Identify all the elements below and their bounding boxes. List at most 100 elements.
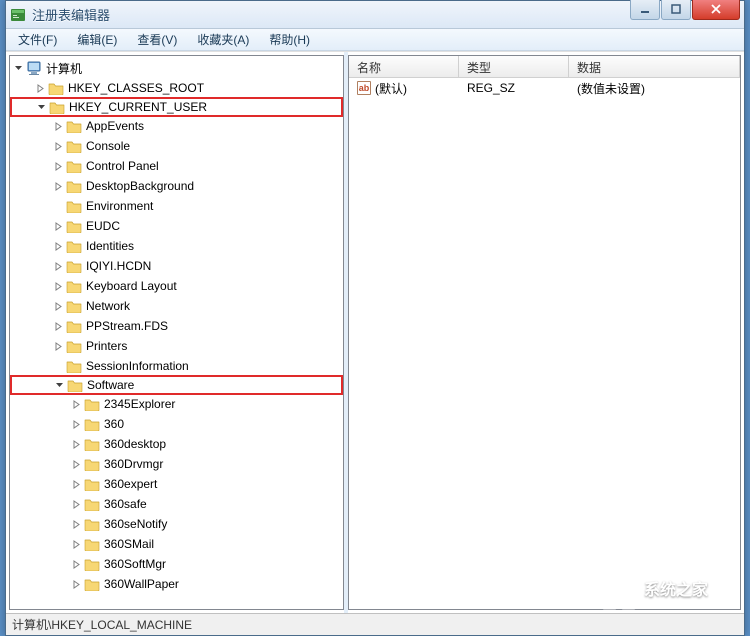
tree-label: DesktopBackground xyxy=(86,179,194,193)
tree-item[interactable]: Network xyxy=(10,296,343,316)
tree-label: Console xyxy=(86,139,130,153)
expand-icon[interactable] xyxy=(52,280,64,292)
app-icon xyxy=(10,7,26,23)
string-value-icon: ab xyxy=(357,81,371,95)
expand-icon[interactable] xyxy=(52,180,64,192)
tree-label: 360desktop xyxy=(104,437,166,451)
tree-label: Environment xyxy=(86,199,153,213)
tree-label: 360 xyxy=(104,417,124,431)
tree-label: Identities xyxy=(86,239,134,253)
expand-icon[interactable] xyxy=(52,340,64,352)
collapse-icon[interactable] xyxy=(12,62,24,74)
tree-item[interactable]: 2345Explorer xyxy=(10,394,343,414)
registry-editor-window: 注册表编辑器 文件(F) 编辑(E) 查看(V) 收藏夹(A) 帮助(H) 计算… xyxy=(5,0,745,636)
value-data: (数值未设置) xyxy=(569,78,740,99)
close-button[interactable] xyxy=(692,0,740,20)
tree-item[interactable]: Identities xyxy=(10,236,343,256)
tree-label: EUDC xyxy=(86,219,120,233)
tree-item[interactable]: 360SMail xyxy=(10,534,343,554)
menu-view[interactable]: 查看(V) xyxy=(129,29,185,50)
expand-icon[interactable] xyxy=(52,120,64,132)
expand-icon[interactable] xyxy=(52,300,64,312)
menu-edit[interactable]: 编辑(E) xyxy=(69,29,125,50)
value-type: REG_SZ xyxy=(459,79,569,97)
tree-item[interactable]: DesktopBackground xyxy=(10,176,343,196)
tree-item[interactable]: PPStream.FDS xyxy=(10,316,343,336)
tree-label: Control Panel xyxy=(86,159,159,173)
statusbar: 计算机\HKEY_LOCAL_MACHINE xyxy=(6,613,744,635)
col-name[interactable]: 名称 xyxy=(349,56,459,77)
list-header: 名称 类型 数据 xyxy=(349,56,740,78)
tree-label: 360WallPaper xyxy=(104,577,179,591)
tree-item[interactable]: 360seNotify xyxy=(10,514,343,534)
col-type[interactable]: 类型 xyxy=(459,56,569,77)
expand-icon[interactable] xyxy=(70,538,82,550)
tree-item[interactable]: 360SoftMgr xyxy=(10,554,343,574)
expand-icon[interactable] xyxy=(52,140,64,152)
tree-item[interactable]: 360expert xyxy=(10,474,343,494)
expand-icon[interactable] xyxy=(52,320,64,332)
tree-label: 360expert xyxy=(104,477,157,491)
menu-file[interactable]: 文件(F) xyxy=(10,29,65,50)
tree-item[interactable]: 360safe xyxy=(10,494,343,514)
status-path: 计算机\HKEY_LOCAL_MACHINE xyxy=(12,616,192,633)
list-body[interactable]: ab (默认) REG_SZ(数值未设置) xyxy=(349,78,740,609)
value-name: (默认) xyxy=(375,80,407,97)
expand-icon[interactable] xyxy=(52,160,64,172)
expand-icon[interactable] xyxy=(70,398,82,410)
tree-root[interactable]: 计算机 xyxy=(10,58,343,78)
expand-icon[interactable] xyxy=(70,558,82,570)
menubar: 文件(F) 编辑(E) 查看(V) 收藏夹(A) 帮助(H) xyxy=(6,29,744,51)
expand-icon[interactable] xyxy=(70,478,82,490)
expand-icon[interactable] xyxy=(70,578,82,590)
tree-item[interactable]: 360Drvmgr xyxy=(10,454,343,474)
tree-label: HKEY_CURRENT_USER xyxy=(69,100,207,114)
tree-item[interactable]: Keyboard Layout xyxy=(10,276,343,296)
maximize-button[interactable] xyxy=(661,0,691,20)
window-controls xyxy=(630,0,740,20)
col-data[interactable]: 数据 xyxy=(569,56,740,77)
tree-label: Printers xyxy=(86,339,127,353)
expand-icon[interactable] xyxy=(52,240,64,252)
minimize-button[interactable] xyxy=(630,0,660,20)
tree-item[interactable]: 360 xyxy=(10,414,343,434)
tree-item[interactable]: SessionInformation xyxy=(10,356,343,376)
list-row[interactable]: ab (默认) REG_SZ(数值未设置) xyxy=(349,78,740,98)
expand-icon[interactable] xyxy=(70,498,82,510)
expand-icon[interactable] xyxy=(70,518,82,530)
menu-favorites[interactable]: 收藏夹(A) xyxy=(189,29,257,50)
expand-icon[interactable] xyxy=(34,82,46,94)
tree-label: SessionInformation xyxy=(86,359,189,373)
tree-item[interactable]: Control Panel xyxy=(10,156,343,176)
titlebar[interactable]: 注册表编辑器 xyxy=(6,1,744,29)
tree-item[interactable]: AppEvents xyxy=(10,116,343,136)
collapse-icon[interactable] xyxy=(53,379,65,391)
tree-label: HKEY_CLASSES_ROOT xyxy=(68,81,204,95)
menu-help[interactable]: 帮助(H) xyxy=(261,29,318,50)
tree-item[interactable]: Console xyxy=(10,136,343,156)
tree-item[interactable]: EUDC xyxy=(10,216,343,236)
list-pane: 名称 类型 数据 ab (默认) REG_SZ(数值未设置) xyxy=(348,55,741,610)
tree-label: 2345Explorer xyxy=(104,397,175,411)
tree-label: PPStream.FDS xyxy=(86,319,168,333)
expand-icon[interactable] xyxy=(70,458,82,470)
expand-icon[interactable] xyxy=(52,260,64,272)
tree-item[interactable]: 360desktop xyxy=(10,434,343,454)
tree-item[interactable]: Software xyxy=(10,375,343,395)
tree-item[interactable]: Environment xyxy=(10,196,343,216)
tree-item[interactable]: HKEY_CURRENT_USER xyxy=(10,97,343,117)
tree-label: 360SMail xyxy=(104,537,154,551)
collapse-icon[interactable] xyxy=(35,101,47,113)
expand-icon[interactable] xyxy=(70,418,82,430)
registry-tree: 计算机 HKEY_CLASSES_ROOT HKEY_CURRENT_USER App… xyxy=(10,56,343,596)
tree-label: 360SoftMgr xyxy=(104,557,166,571)
tree-item[interactable]: 360WallPaper xyxy=(10,574,343,594)
tree-pane[interactable]: 计算机 HKEY_CLASSES_ROOT HKEY_CURRENT_USER App… xyxy=(9,55,344,610)
tree-item[interactable]: HKEY_CLASSES_ROOT xyxy=(10,78,343,98)
tree-label: Keyboard Layout xyxy=(86,279,177,293)
tree-item[interactable]: IQIYI.HCDN xyxy=(10,256,343,276)
expand-icon[interactable] xyxy=(52,220,64,232)
expand-icon[interactable] xyxy=(70,438,82,450)
tree-item[interactable]: Printers xyxy=(10,336,343,356)
tree-label: 360safe xyxy=(104,497,147,511)
